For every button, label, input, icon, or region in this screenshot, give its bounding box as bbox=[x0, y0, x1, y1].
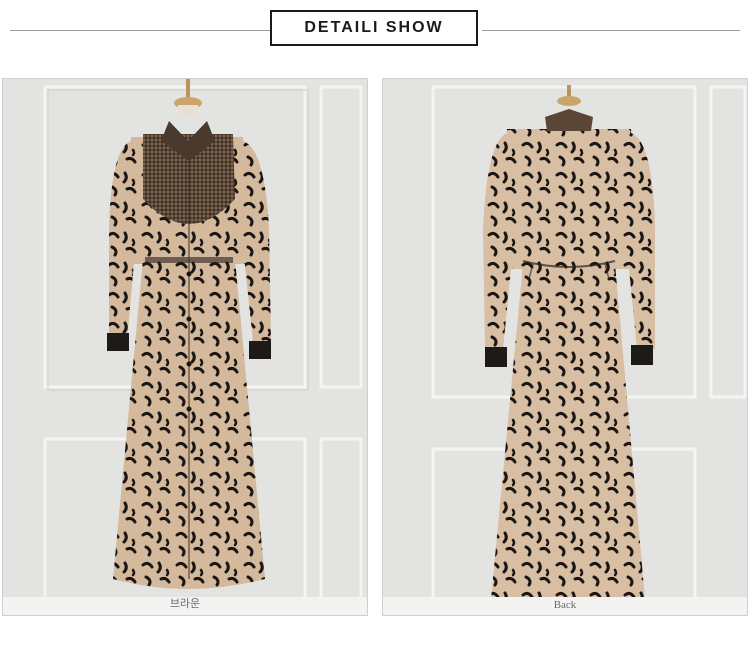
product-photo-front: 브라운 bbox=[2, 78, 368, 616]
section-title-box: DETAILI SHOW bbox=[270, 10, 478, 46]
header-divider-left bbox=[10, 30, 270, 31]
front-photo-illustration bbox=[3, 79, 367, 615]
section-title: DETAILI SHOW bbox=[304, 19, 444, 36]
photo-caption-front: 브라운 bbox=[169, 598, 201, 610]
photo-caption-back: Back bbox=[553, 599, 577, 611]
header-divider-right bbox=[482, 30, 740, 31]
back-photo-illustration bbox=[383, 79, 747, 615]
product-photo-back: Back bbox=[382, 78, 748, 616]
